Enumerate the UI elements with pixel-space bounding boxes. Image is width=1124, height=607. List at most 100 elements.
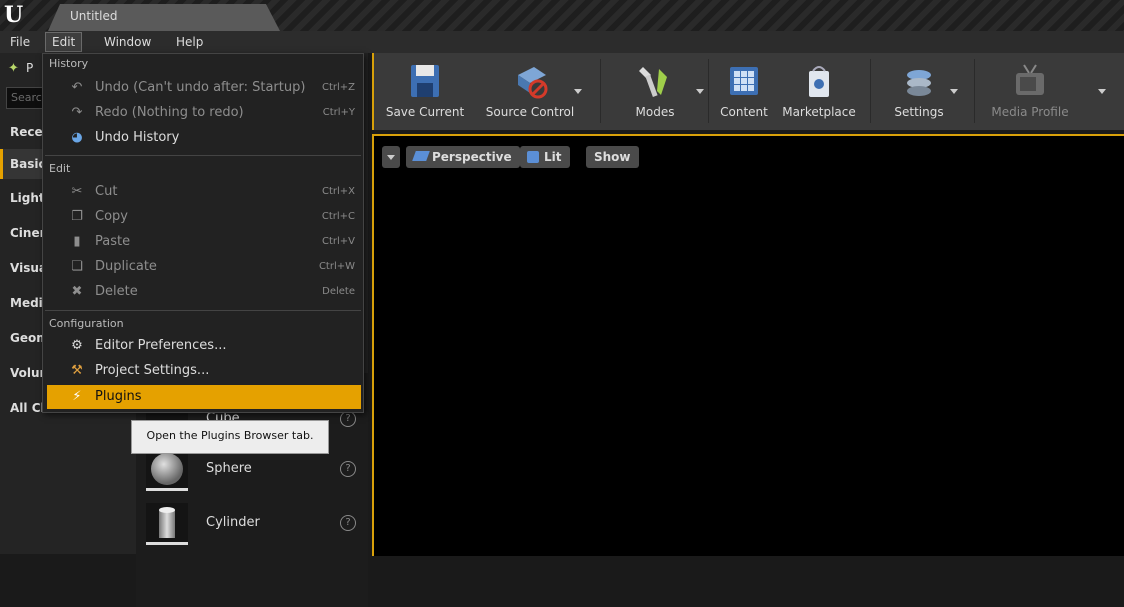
settings-dropdown-icon[interactable] — [950, 89, 958, 94]
undo-history-icon: ◕ — [71, 130, 83, 145]
redo-label: Redo (Nothing to redo) — [95, 105, 244, 120]
source-control-label: Source Control — [485, 105, 575, 119]
menu-bar: File Edit Window Help — [0, 31, 1124, 53]
place-item-label: Sphere — [206, 461, 252, 476]
delete-icon: ✖ — [71, 284, 83, 299]
marketplace-label: Marketplace — [782, 105, 856, 119]
menu-copy[interactable]: ❐ Copy Ctrl+C — [47, 205, 359, 229]
paste-label: Paste — [95, 234, 131, 249]
marketplace-button[interactable]: Marketplace — [776, 53, 862, 130]
configuration-section-header: Configuration — [49, 317, 124, 330]
show-label: Show — [594, 150, 631, 164]
undo-history-label: Undo History — [95, 130, 180, 145]
delete-label: Delete — [95, 284, 138, 299]
place-item-label: Cylinder — [206, 515, 260, 530]
content-button[interactable]: Content — [712, 53, 776, 130]
plugins-label: Plugins — [95, 389, 142, 404]
plugins-tooltip: Open the Plugins Browser tab. — [131, 420, 329, 454]
source-control-button[interactable]: Source Control — [474, 53, 586, 130]
editor-preferences-label: Editor Preferences... — [95, 338, 227, 353]
lit-button[interactable]: Lit — [520, 146, 570, 168]
edit-section-header: Edit — [49, 162, 71, 175]
menu-cut[interactable]: ✂ Cut Ctrl+X — [47, 180, 359, 204]
delete-shortcut: Delete — [322, 286, 355, 297]
search-placeholder: Searc — [11, 91, 42, 104]
document-tab-label: Untitled — [70, 9, 118, 23]
menu-redo[interactable]: ↷ Redo (Nothing to redo) Ctrl+Y — [47, 101, 359, 125]
document-tab[interactable]: Untitled — [48, 4, 280, 31]
source-control-dropdown-icon[interactable] — [574, 89, 582, 94]
perspective-icon — [412, 151, 430, 161]
toolbar-separator — [708, 59, 709, 123]
modes-dropdown-icon[interactable] — [696, 89, 704, 94]
section-divider — [45, 155, 361, 156]
menu-window[interactable]: Window — [98, 31, 157, 53]
menu-file[interactable]: File — [4, 31, 36, 53]
viewport-options-dropdown[interactable] — [382, 146, 400, 168]
settings-icon — [907, 70, 931, 96]
project-settings-label: Project Settings... — [95, 363, 210, 378]
marketplace-icon — [809, 66, 829, 97]
paste-shortcut: Ctrl+V — [321, 236, 355, 247]
modes-button-label: Modes — [635, 105, 675, 119]
perspective-label: Perspective — [432, 150, 512, 164]
cut-label: Cut — [95, 184, 118, 199]
menu-editor-preferences[interactable]: ⚙ Editor Preferences... — [47, 334, 359, 358]
copy-shortcut: Ctrl+C — [321, 211, 355, 222]
source-control-icon — [518, 67, 548, 99]
undo-label: Undo (Can't undo after: Startup) — [95, 80, 306, 95]
menu-undo[interactable]: ↶ Undo (Can't undo after: Startup) Ctrl+… — [47, 76, 359, 100]
modes-tool-icon — [639, 67, 667, 98]
undo-shortcut: Ctrl+Z — [321, 82, 355, 93]
show-button[interactable]: Show — [586, 146, 639, 168]
menu-edit[interactable]: Edit — [45, 32, 83, 52]
sphere-thumbnail — [146, 449, 188, 491]
menu-paste[interactable]: ▮ Paste Ctrl+V — [47, 230, 359, 254]
copy-icon: ❐ — [71, 209, 83, 224]
lit-label: Lit — [544, 150, 562, 164]
redo-icon: ↷ — [71, 105, 83, 120]
modes-button[interactable]: Modes — [610, 53, 700, 130]
cylinder-thumbnail — [146, 503, 188, 545]
menu-project-settings[interactable]: ⚒ Project Settings... — [47, 359, 359, 383]
redo-shortcut: Ctrl+Y — [322, 107, 355, 118]
main-toolbar: Save Current Source Control Modes Conten… — [372, 53, 1124, 130]
duplicate-label: Duplicate — [95, 259, 157, 274]
place-item-cylinder[interactable]: Cylinder ? — [136, 499, 368, 549]
unreal-logo[interactable]: U — [4, 4, 30, 28]
help-icon[interactable]: ? — [340, 411, 356, 427]
toolbar-separator — [870, 59, 871, 123]
menu-undo-history[interactable]: ◕ Undo History — [47, 126, 359, 150]
section-divider — [45, 310, 361, 311]
content-label: Content — [720, 105, 768, 119]
save-current-button[interactable]: Save Current — [376, 53, 474, 130]
menu-duplicate[interactable]: ❏ Duplicate Ctrl+W — [47, 255, 359, 279]
help-icon[interactable]: ? — [340, 515, 356, 531]
toolbar-separator — [974, 59, 975, 123]
save-current-label: Save Current — [385, 105, 465, 119]
duplicate-shortcut: Ctrl+W — [318, 261, 355, 272]
cut-shortcut: Ctrl+X — [321, 186, 355, 197]
save-icon — [411, 65, 439, 97]
history-section-header: History — [49, 57, 89, 70]
toolbar-separator — [600, 59, 601, 123]
project-settings-icon: ⚒ — [71, 363, 83, 378]
scissors-icon: ✂ — [71, 184, 83, 199]
media-profile-icon — [1016, 64, 1044, 95]
menu-plugins[interactable]: ⚡ Plugins — [47, 385, 361, 409]
help-icon[interactable]: ? — [340, 461, 356, 477]
title-bar: U Untitled — [0, 0, 1124, 31]
menu-help[interactable]: Help — [170, 31, 209, 53]
settings-label: Settings — [894, 105, 944, 119]
modes-icon: ✦ — [8, 61, 19, 76]
perspective-button[interactable]: Perspective — [406, 146, 520, 168]
menu-delete[interactable]: ✖ Delete Delete — [47, 280, 359, 304]
media-profile-button[interactable]: Media Profile — [978, 53, 1082, 130]
edit-menu-dropdown: History ↶ Undo (Can't undo after: Startu… — [42, 53, 364, 413]
level-viewport[interactable]: Perspective Lit Show — [372, 134, 1124, 556]
plugins-icon: ⚡ — [72, 389, 82, 404]
media-profile-dropdown-icon[interactable] — [1098, 89, 1106, 94]
duplicate-icon: ❏ — [71, 259, 83, 274]
paste-icon: ▮ — [73, 234, 81, 249]
lit-icon — [527, 151, 539, 163]
